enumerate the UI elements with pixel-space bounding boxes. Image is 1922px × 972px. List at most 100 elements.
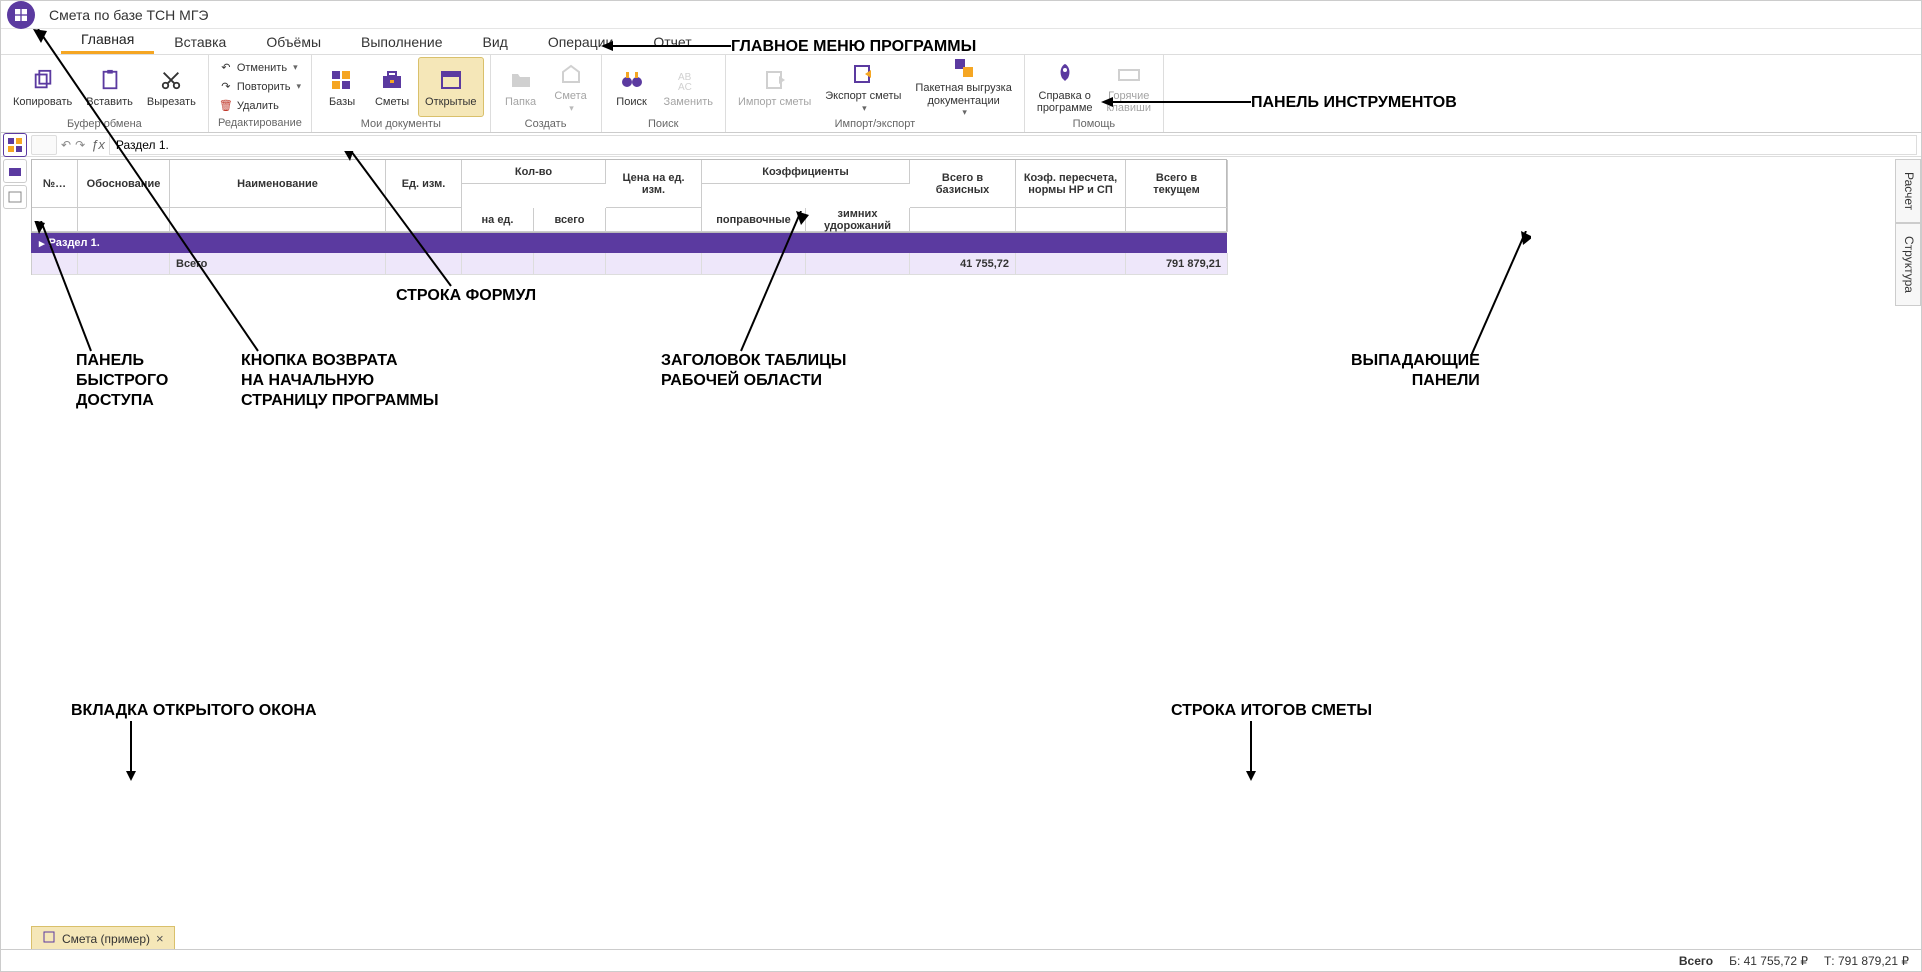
batch-export-button[interactable]: Пакетная выгрузка документации▾ (909, 57, 1017, 117)
menu-volumes[interactable]: Объёмы (246, 30, 341, 54)
total-base: 41 755,72 (910, 253, 1016, 275)
formula-input[interactable] (109, 135, 1917, 155)
th-unit: Ед. изм. (386, 160, 462, 208)
th-coeff-winter: зимних удорожаний (806, 208, 910, 232)
binoculars-icon (618, 66, 646, 94)
chevron-down-icon: ▾ (569, 103, 574, 114)
cut-button[interactable]: Вырезать (141, 57, 202, 117)
main-menu: Главная Вставка Объёмы Выполнение Вид Оп… (1, 29, 1921, 55)
building-icon (557, 60, 585, 88)
doc-icon (42, 930, 56, 947)
ribbon-group-help: Справка о программе Горячие клавиши Помо… (1025, 55, 1164, 132)
chevron-down-icon: ▾ (297, 81, 302, 92)
th-recalc: Коэф. пересчета, нормы НР и СП (1016, 160, 1126, 208)
th-total-cur: Всего в текущем (1126, 160, 1228, 208)
grid-icon (13, 7, 29, 23)
import-icon (761, 66, 789, 94)
ribbon-group-impexp: Импорт сметы Экспорт сметы▾ Пакетная выг… (726, 55, 1025, 132)
copy-button[interactable]: Копировать (7, 57, 78, 117)
about-button[interactable]: Справка о программе (1031, 57, 1099, 117)
section-row[interactable]: ▸ Раздел 1. (31, 233, 1227, 253)
hotkeys-button[interactable]: Горячие клавиши (1101, 57, 1157, 117)
quick-item-1[interactable] (3, 133, 27, 157)
database-icon (328, 66, 356, 94)
ribbon-group-mydocs: Базы Сметы Открытые Мои документы (312, 55, 491, 132)
formula-cell-ref[interactable] (31, 135, 57, 155)
quick-item-2[interactable] (3, 159, 27, 183)
th-name: Наименование (170, 160, 386, 208)
scissors-icon (157, 66, 185, 94)
keyboard-icon (1115, 60, 1143, 88)
th-total-base: Всего в базисных (910, 160, 1016, 208)
formula-bar: ↶ ↷ ƒx (1, 133, 1921, 157)
undo-icon: ↶ (219, 61, 233, 75)
status-label: Всего (1679, 954, 1713, 968)
replace-icon: ABAC (674, 66, 702, 94)
ribbon-group-edit: ↶Отменить▾ ↷Повторить▾ 🗑Удалить Редактир… (209, 55, 312, 132)
toolbar-ribbon: Копировать Вставить Вырезать Буфер обмен… (1, 55, 1921, 133)
export-button[interactable]: Экспорт сметы▾ (819, 57, 907, 117)
doc-tab-current[interactable]: Смета (пример) × (31, 926, 175, 951)
redo-small-icon[interactable]: ↷ (75, 138, 85, 152)
trash-icon: 🗑 (219, 99, 233, 113)
chevron-down-icon: ▾ (293, 62, 298, 73)
menu-view[interactable]: Вид (463, 30, 528, 54)
menu-report[interactable]: Отчет (633, 30, 711, 54)
export-icon (849, 60, 877, 88)
side-tab-calc[interactable]: Расчет (1895, 159, 1921, 223)
window-title: Смета по базе ТСН МГЭ (49, 7, 208, 23)
folder-button[interactable]: Папка (497, 57, 545, 117)
document-tabs: Смета (пример) × (31, 927, 175, 951)
side-panel-tabs: Расчет Структура (1895, 159, 1921, 306)
fx-icon[interactable]: ƒx (91, 137, 105, 152)
batch-icon (950, 56, 978, 80)
ribbon-group-search: Поиск ABACЗаменить Поиск (602, 55, 726, 132)
menu-insert[interactable]: Вставка (154, 30, 246, 54)
window-icon (437, 66, 465, 94)
menu-execution[interactable]: Выполнение (341, 30, 462, 54)
side-tab-structure[interactable]: Структура (1895, 223, 1921, 306)
bases-button[interactable]: Базы (318, 57, 366, 117)
undo-small-icon[interactable]: ↶ (61, 138, 71, 152)
svg-text:AC: AC (678, 82, 692, 92)
ribbon-group-clipboard: Копировать Вставить Вырезать Буфер обмен… (1, 55, 209, 132)
chevron-down-icon: ▾ (962, 107, 967, 118)
redo-icon: ↷ (219, 80, 233, 94)
th-num: №… (32, 160, 78, 208)
th-price: Цена на ед. изм. (606, 160, 702, 208)
find-button[interactable]: Поиск (608, 57, 656, 117)
undo-button[interactable]: ↶Отменить▾ (215, 59, 305, 77)
th-qty: Кол-во (462, 160, 606, 184)
status-cur: Т: 791 879,21 ₽ (1824, 954, 1909, 968)
th-coeff-adj: поправочные (702, 208, 806, 232)
menu-main[interactable]: Главная (61, 27, 154, 54)
menu-operations[interactable]: Операции (528, 30, 634, 54)
total-row: Всего 41 755,72 791 879,21 (31, 253, 1227, 275)
th-qty-total: всего (534, 208, 606, 232)
close-icon[interactable]: × (156, 931, 164, 946)
chevron-down-icon: ▾ (862, 103, 867, 114)
th-qty-per: на ед. (462, 208, 534, 232)
open-button[interactable]: Открытые (418, 57, 484, 117)
chevron-right-icon: ▸ (39, 237, 45, 250)
replace-button[interactable]: ABACЗаменить (658, 57, 719, 117)
briefcase-icon (378, 66, 406, 94)
copy-icon (29, 66, 57, 94)
home-button[interactable] (7, 1, 35, 29)
th-basis: Обоснование (78, 160, 170, 208)
estimates-button[interactable]: Сметы (368, 57, 416, 117)
title-bar: Смета по базе ТСН МГЭ (1, 1, 1921, 29)
quick-access-panel (3, 133, 29, 209)
th-coeff: Коэффициенты (702, 160, 910, 184)
ribbon-group-create: Папка Смета▾ Создать (491, 55, 602, 132)
folder-icon (507, 66, 535, 94)
delete-button[interactable]: 🗑Удалить (215, 97, 305, 115)
status-bar: Всего Б: 41 755,72 ₽ Т: 791 879,21 ₽ (1, 949, 1921, 971)
redo-button[interactable]: ↷Повторить▾ (215, 78, 305, 96)
quick-item-3[interactable] (3, 185, 27, 209)
import-button[interactable]: Импорт сметы (732, 57, 817, 117)
worksheet-area: №… Обоснование Наименование Ед. изм. Кол… (31, 159, 1893, 945)
new-estimate-button[interactable]: Смета▾ (547, 57, 595, 117)
status-base: Б: 41 755,72 ₽ (1729, 954, 1808, 968)
paste-button[interactable]: Вставить (80, 57, 139, 117)
